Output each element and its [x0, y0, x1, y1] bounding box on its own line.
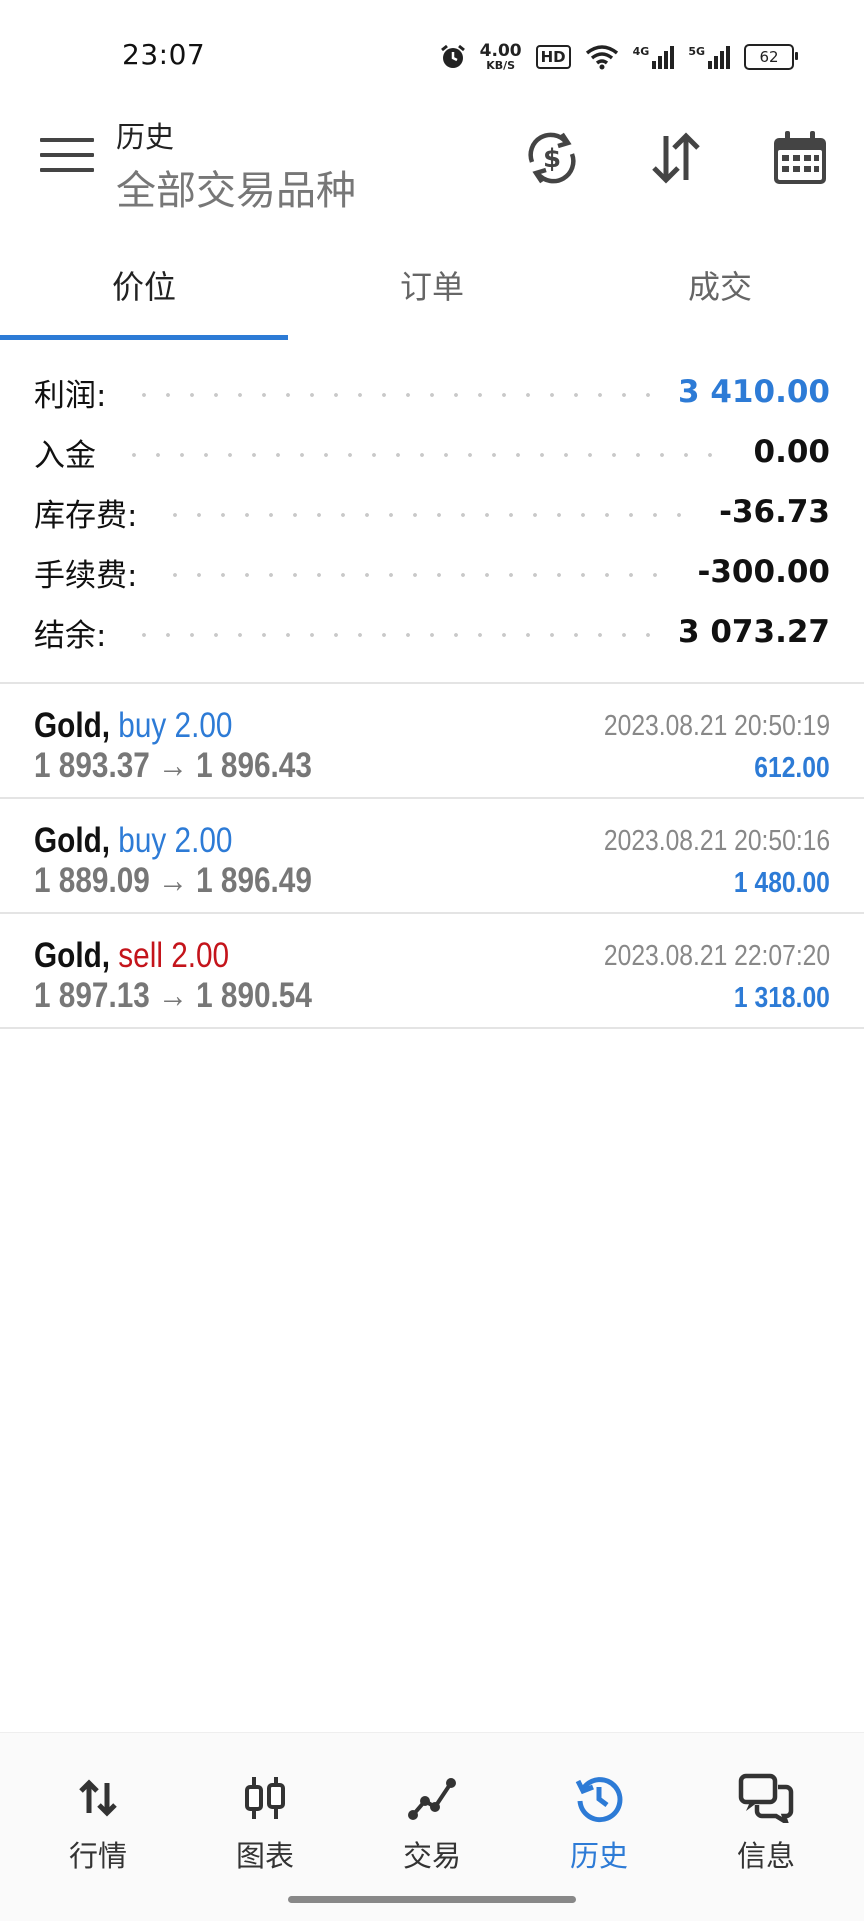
deal-time: 2023.08.21 20:50:19	[603, 710, 830, 742]
network-speed: 4.00 KB/S	[479, 41, 522, 72]
deal-type: buy 2.00	[118, 706, 233, 745]
deal-title: Gold, sell 2.00	[34, 936, 229, 976]
summary-row-profit: 利润: 3 410.00	[34, 368, 830, 416]
deal-time: 2023.08.21 22:07:20	[603, 940, 830, 972]
tab-positions[interactable]: 价位	[0, 262, 288, 308]
signal-5g-icon: 5G	[688, 45, 730, 69]
deal-time: 2023.08.21 20:50:16	[603, 825, 830, 857]
deal-row[interactable]: Gold, buy 2.00 1 889.09 → 1 896.49 2023.…	[0, 799, 864, 911]
nav-trade[interactable]: 交易	[372, 1773, 492, 1875]
summary-row-deposit: 入金 0.00	[34, 428, 830, 476]
nav-messages[interactable]: 信息	[706, 1773, 826, 1875]
dotted-leader	[132, 393, 652, 397]
signal-4g-label: 4G	[632, 45, 650, 58]
active-tab-indicator	[0, 335, 288, 340]
hd-voice-icon: HD	[535, 45, 571, 69]
symbol-filter[interactable]: 全部交易品种	[116, 158, 356, 216]
nav-label: 信息	[736, 1839, 795, 1873]
divider	[0, 1027, 864, 1029]
summary-row-balance: 结余: 3 073.27	[34, 608, 830, 656]
status-icons: 4.00 KB/S HD 4G 5G 62	[440, 38, 798, 76]
nav-quotes[interactable]: 行情	[38, 1773, 158, 1875]
dotted-leader	[132, 633, 652, 637]
dotted-leader	[122, 453, 728, 457]
status-time: 23:07	[122, 38, 206, 71]
quotes-arrows-icon	[79, 1779, 117, 1817]
deal-profit: 1 318.00	[734, 982, 830, 1014]
signal-4g-icon: 4G	[633, 45, 675, 69]
currency-sync-icon: $	[528, 132, 576, 184]
trade-line-icon	[408, 1778, 456, 1820]
alarm-icon	[440, 44, 465, 68]
history-clock-icon	[575, 1777, 623, 1823]
summary-row-commission: 手续费: -300.00	[34, 548, 830, 596]
bottom-nav: 行情 图表 交易 历史 信息	[0, 1732, 864, 1921]
network-speed-value: 4.00	[479, 41, 522, 61]
deal-profit: 1 480.00	[734, 867, 830, 899]
tab-deals[interactable]: 成交	[576, 262, 864, 308]
nav-label: 交易	[402, 1839, 461, 1873]
deal-symbol: Gold,	[34, 706, 111, 745]
summary-label: 库存费:	[34, 497, 138, 534]
page-title: 历史	[116, 120, 175, 154]
calendar-button[interactable]	[770, 128, 830, 188]
tab-orders[interactable]: 订单	[288, 262, 576, 308]
summary-value: 0.00	[753, 434, 831, 470]
summary-value: -36.73	[719, 494, 830, 530]
summary-value: 3 410.00	[678, 374, 830, 410]
deal-profit: 612.00	[754, 752, 830, 784]
candlestick-chart-icon	[245, 1777, 285, 1819]
network-speed-unit: KB/S	[486, 59, 516, 72]
currency-sync-button[interactable]: $	[522, 128, 582, 188]
deal-title: Gold, buy 2.00	[34, 821, 232, 861]
menu-button[interactable]	[40, 138, 94, 178]
deal-symbol: Gold,	[34, 821, 111, 860]
messages-chat-icon	[738, 1773, 794, 1823]
deal-type: sell 2.00	[118, 936, 230, 975]
nav-label: 图表	[235, 1839, 294, 1873]
summary-label: 手续费:	[34, 557, 138, 594]
deal-type: buy 2.00	[118, 821, 233, 860]
svg-text:$: $	[543, 144, 561, 174]
nav-history[interactable]: 历史	[539, 1773, 659, 1875]
calendar-icon	[774, 131, 826, 184]
deal-symbol: Gold,	[34, 936, 111, 975]
sort-button[interactable]	[646, 128, 706, 188]
nav-label: 历史	[569, 1839, 628, 1873]
dotted-leader	[163, 573, 672, 577]
summary-row-swap: 库存费: -36.73	[34, 488, 830, 536]
home-indicator[interactable]	[288, 1896, 576, 1903]
nav-charts[interactable]: 图表	[205, 1773, 325, 1875]
deal-row[interactable]: Gold, sell 2.00 1 897.13 → 1 890.54 2023…	[0, 914, 864, 1026]
dotted-leader	[163, 513, 694, 517]
deal-prices: 1 893.37 → 1 896.43	[34, 746, 312, 785]
summary-value: 3 073.27	[678, 614, 830, 650]
summary-label: 利润:	[34, 377, 107, 414]
wifi-icon	[585, 45, 618, 70]
summary-value: -300.00	[697, 554, 831, 590]
battery-icon: 62	[744, 44, 798, 70]
summary-label: 入金	[34, 437, 96, 474]
signal-5g-label: 5G	[688, 45, 705, 58]
deal-title: Gold, buy 2.00	[34, 706, 232, 746]
sort-arrows-icon	[652, 132, 700, 184]
battery-level: 62	[759, 48, 779, 66]
deal-row[interactable]: Gold, buy 2.00 1 893.37 → 1 896.43 2023.…	[0, 684, 864, 796]
deal-prices: 1 889.09 → 1 896.49	[34, 861, 312, 900]
nav-label: 行情	[68, 1839, 127, 1873]
summary-label: 结余:	[34, 617, 107, 654]
deal-prices: 1 897.13 → 1 890.54	[34, 976, 312, 1015]
